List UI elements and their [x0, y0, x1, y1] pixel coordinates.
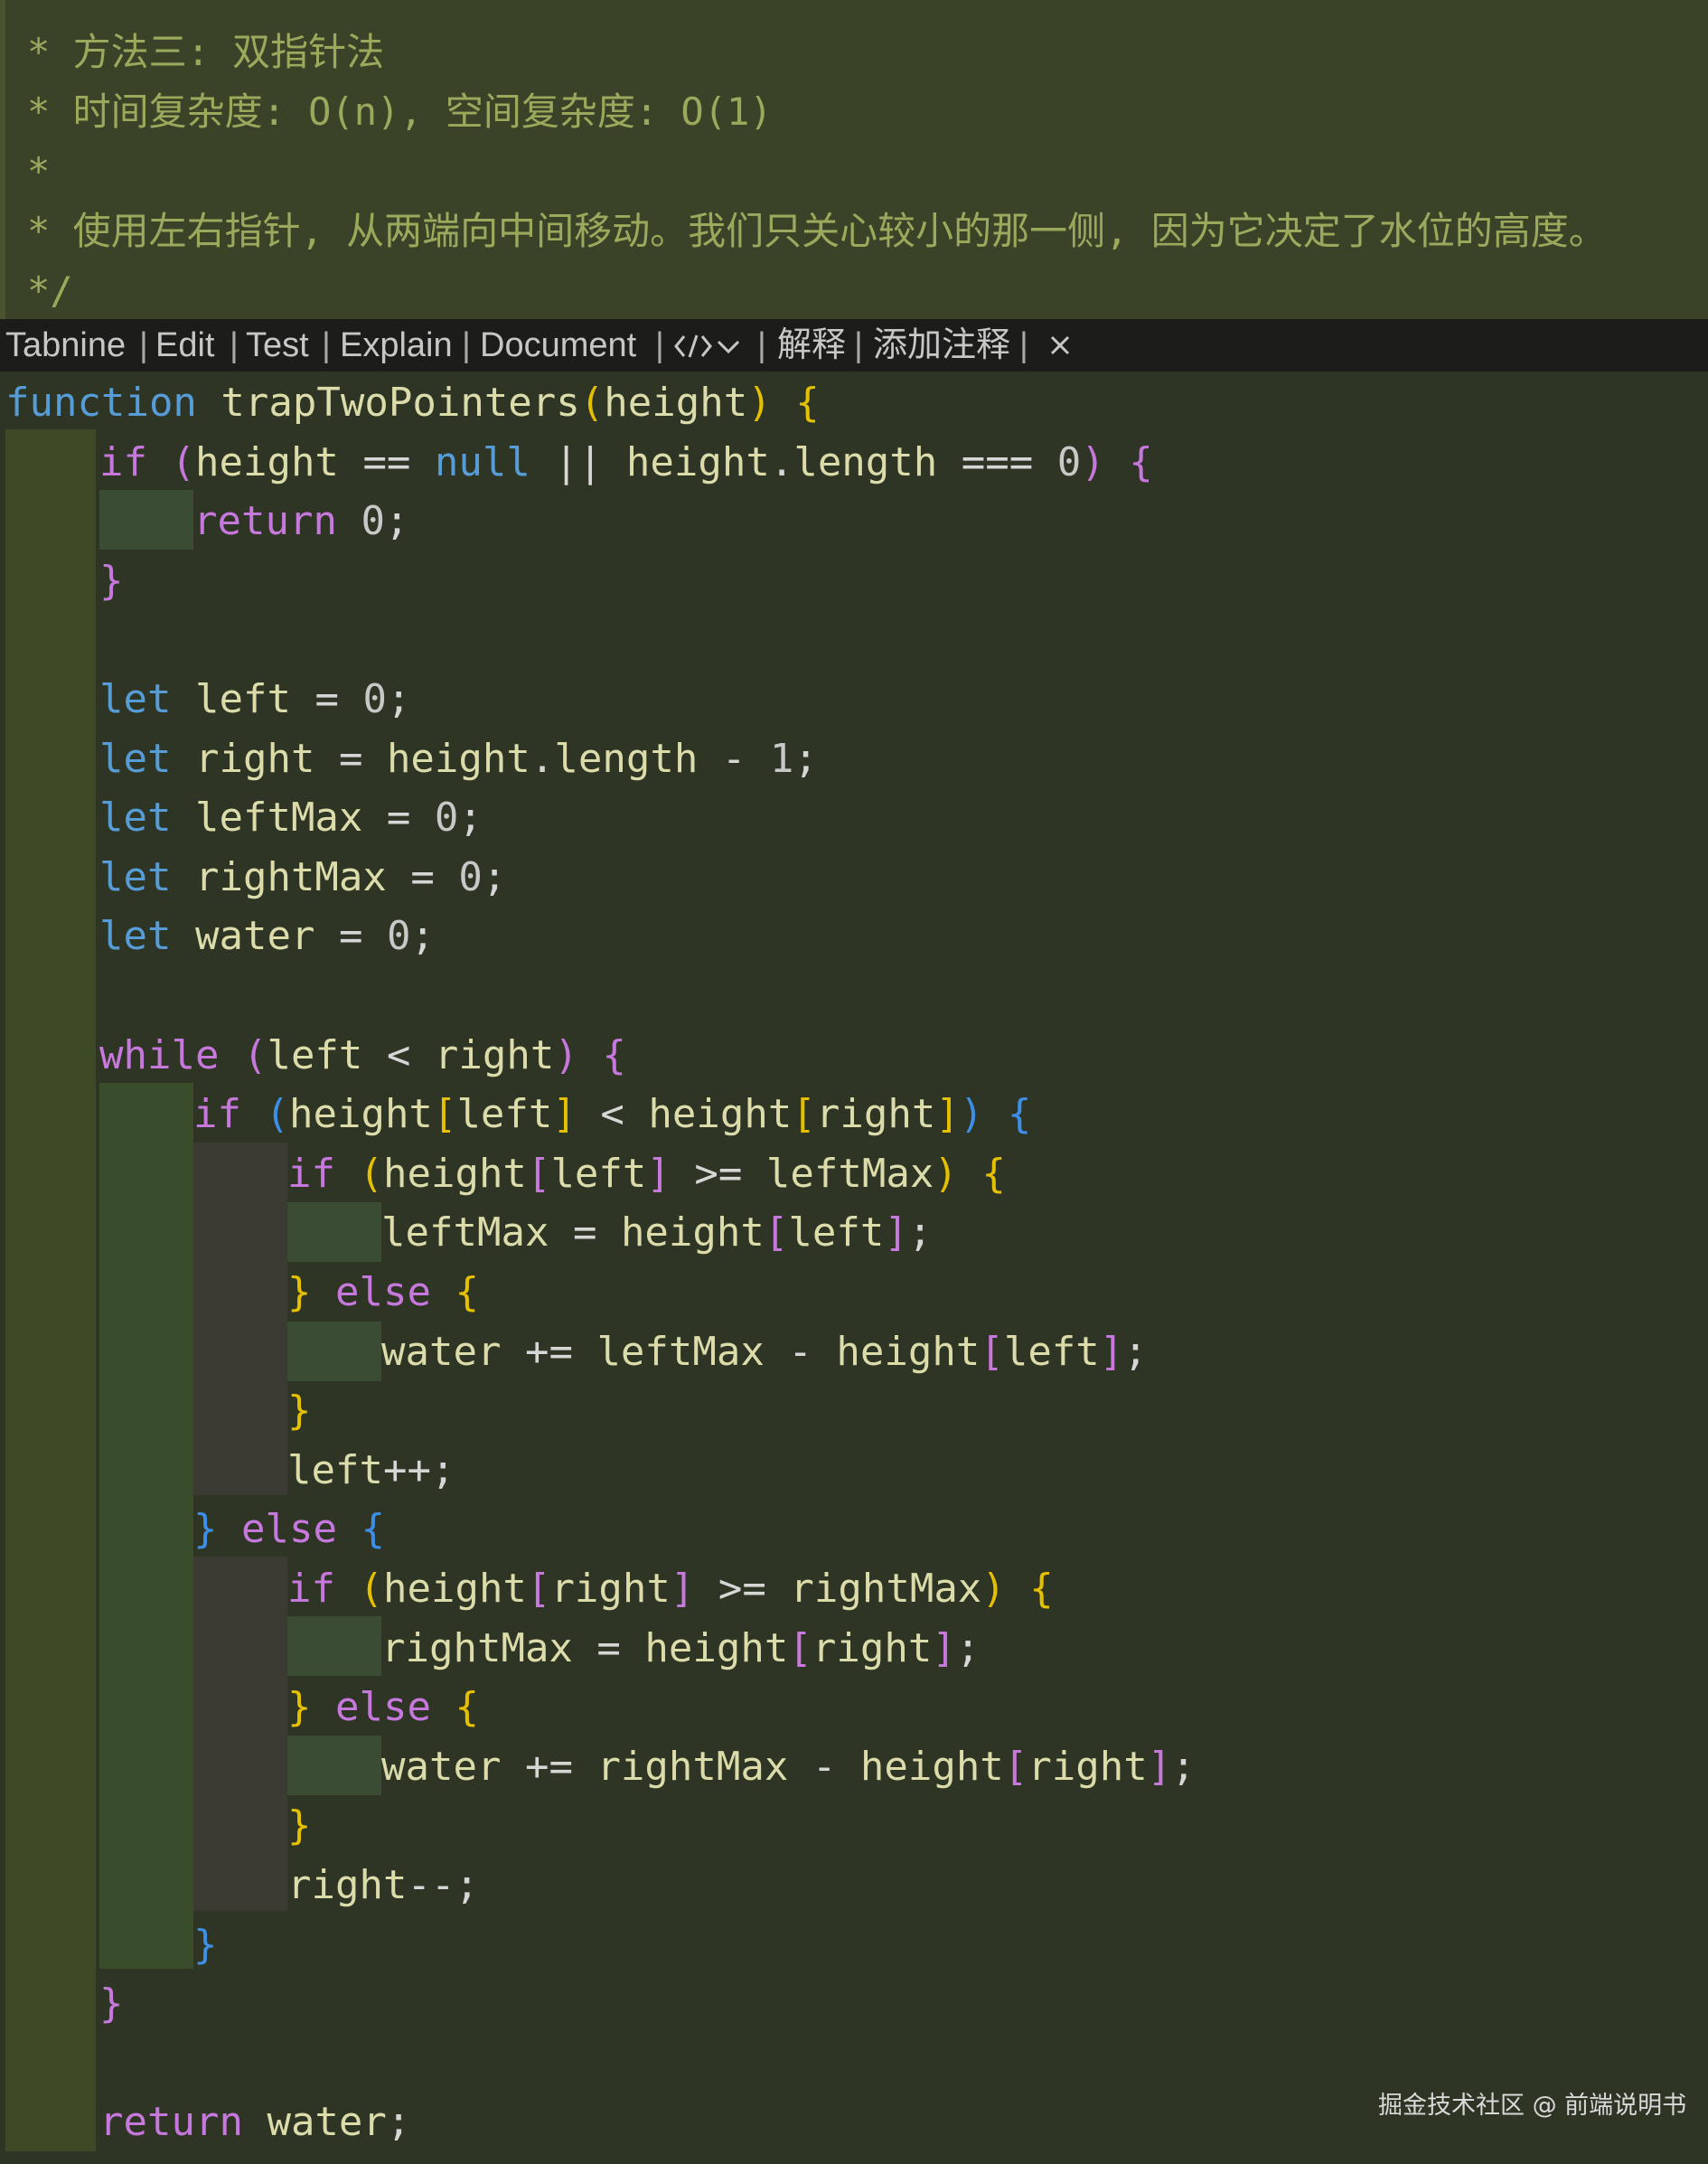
- indent-guide-if: [99, 490, 193, 550]
- code-line[interactable]: if (height[left] < height[right]) {: [193, 1085, 1031, 1143]
- code-line[interactable]: leftMax = height[left];: [381, 1203, 932, 1262]
- code-line[interactable]: water += rightMax - height[right];: [381, 1737, 1196, 1796]
- code-line[interactable]: let rightMax = 0;: [99, 848, 506, 907]
- indent-guide-while: [99, 1083, 193, 1969]
- codelens-separator: |: [139, 326, 148, 364]
- code-line[interactable]: water += leftMax - height[left];: [381, 1322, 1148, 1381]
- code-line[interactable]: left++;: [287, 1441, 455, 1500]
- comment-line-3: *: [27, 149, 51, 193]
- comment-line-5: */: [27, 268, 73, 313]
- code-line[interactable]: } else {: [287, 1678, 479, 1736]
- indent-guide-if-left: [193, 1143, 287, 1495]
- close-icon[interactable]: [1048, 334, 1072, 357]
- tabnine-codelens-bar: Tabnine | Edit | Test | Explain | Docume…: [0, 319, 1708, 372]
- code-line[interactable]: let leftMax = 0;: [99, 788, 483, 847]
- codelens-separator: |: [757, 326, 766, 364]
- indent-guide-else-right: [193, 1557, 287, 1911]
- code-line[interactable]: } else {: [287, 1263, 479, 1322]
- code-line[interactable]: let water = 0;: [99, 907, 435, 965]
- codelens-document[interactable]: Document: [480, 319, 636, 372]
- codelens-separator: |: [322, 326, 331, 364]
- comment-line-4: * 使用左右指针, 从两端向中间移动。我们只关心较小的那一侧, 因为它决定了水位…: [27, 209, 1607, 253]
- code-line[interactable]: return water;: [99, 2093, 410, 2151]
- codelens-separator: |: [1019, 326, 1028, 364]
- watermark: 掘金技术社区 @ 前端说明书: [1378, 2092, 1687, 2120]
- comment-edge: [0, 0, 5, 319]
- code-line[interactable]: } else {: [193, 1500, 385, 1558]
- indent-guide-rightmax: [287, 1616, 381, 1676]
- codelens-explain-cn[interactable]: 解释: [777, 319, 846, 372]
- codelens-separator: |: [854, 326, 863, 364]
- code-line[interactable]: return 0;: [193, 492, 408, 550]
- code-line[interactable]: if (height[right] >= rightMax) {: [287, 1559, 1054, 1618]
- code-line[interactable]: }: [193, 1915, 218, 1974]
- code-line[interactable]: let right = height.length - 1;: [99, 729, 818, 788]
- codelens-add-comment-cn[interactable]: 添加注释: [873, 319, 1010, 372]
- codelens-explain[interactable]: Explain: [340, 319, 453, 372]
- code-brackets-icon[interactable]: [673, 333, 713, 360]
- indent-guide-water-right: [287, 1736, 381, 1795]
- codelens-separator: |: [655, 326, 664, 364]
- codelens-test[interactable]: Test: [246, 319, 309, 372]
- codelens-separator: |: [462, 326, 471, 364]
- code-line[interactable]: right--;: [287, 1856, 479, 1915]
- indent-guide-level-1: [5, 429, 96, 2151]
- code-editor[interactable]: * 方法三: 双指针法 * 时间复杂度: O(n), 空间复杂度: O(1) *…: [0, 0, 1708, 2164]
- code-line[interactable]: }: [287, 1796, 312, 1855]
- code-line[interactable]: let left = 0;: [99, 670, 410, 729]
- chevron-down-icon[interactable]: [717, 339, 740, 355]
- codelens-tabnine[interactable]: Tabnine: [5, 319, 126, 372]
- code-line[interactable]: }: [287, 1381, 312, 1440]
- code-line[interactable]: rightMax = height[right];: [381, 1619, 980, 1678]
- code-line[interactable]: }: [99, 551, 124, 610]
- code-line[interactable]: while (left < right) {: [99, 1026, 626, 1085]
- codelens-separator: |: [230, 326, 239, 364]
- indent-guide-leftmax: [287, 1202, 381, 1262]
- code-line[interactable]: if (height == null || height.length === …: [99, 433, 1153, 492]
- code-line[interactable]: }: [99, 1974, 124, 2033]
- comment-line-1: * 方法三: 双指针法: [27, 30, 385, 74]
- doc-comment-block: * 方法三: 双指针法 * 时间复杂度: O(n), 空间复杂度: O(1) *…: [0, 0, 1708, 319]
- code-line[interactable]: function trapTwoPointers(height) {: [5, 373, 820, 432]
- comment-line-2: * 时间复杂度: O(n), 空间复杂度: O(1): [27, 89, 773, 134]
- codelens-edit[interactable]: Edit: [155, 319, 214, 372]
- code-line[interactable]: if (height[left] >= leftMax) {: [287, 1144, 1006, 1203]
- indent-guide-water-left: [287, 1322, 381, 1381]
